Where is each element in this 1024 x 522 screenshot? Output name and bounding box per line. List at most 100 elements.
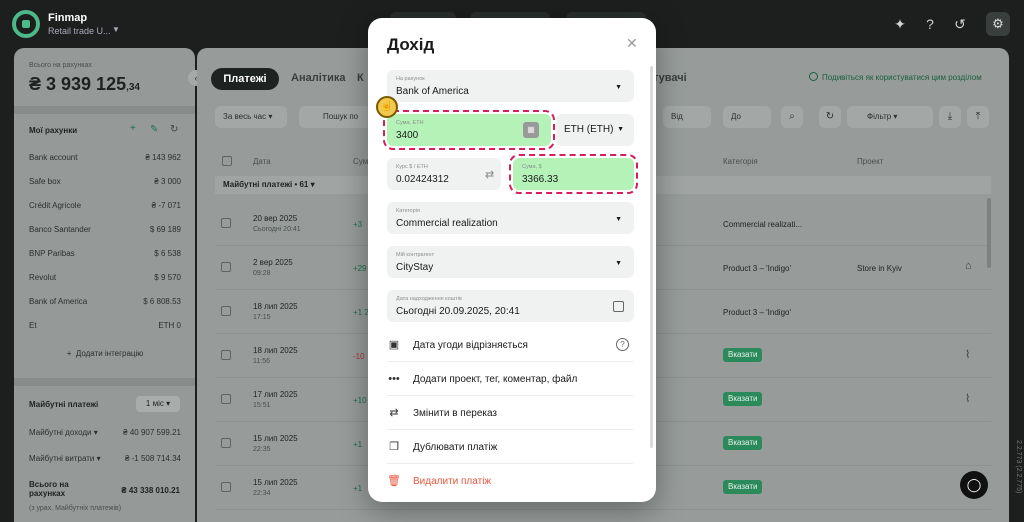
help-icon[interactable]: ? — [616, 338, 629, 351]
add-integration-button[interactable]: + Додати інтеграцію — [29, 343, 181, 365]
row-checkbox[interactable] — [221, 394, 231, 404]
download-icon[interactable]: ⤓ — [939, 106, 961, 128]
refresh-icon[interactable]: ↻ — [819, 106, 841, 128]
specify-category-badge[interactable]: Вказати — [723, 392, 763, 406]
future-expense-row[interactable]: Майбутні витрати ▾ ₴ -1 508 714.34 — [29, 454, 181, 463]
add-account-icon[interactable]: + — [130, 123, 136, 134]
modal-scrollbar[interactable] — [650, 66, 653, 448]
account-row[interactable]: Banco Santander $ 69 189 — [29, 225, 181, 234]
row-amount: +10 — [353, 396, 367, 405]
row-checkbox[interactable] — [221, 218, 231, 228]
header-project[interactable]: Проект — [857, 157, 883, 166]
row-checkbox[interactable] — [221, 438, 231, 448]
add-details-button[interactable]: ••• Додати проект, тег, коментар, файл — [387, 362, 633, 396]
sparkle-icon[interactable]: ✦ — [890, 14, 910, 34]
chat-icon[interactable]: ◯ — [960, 471, 988, 499]
calculator-icon[interactable]: ▦ — [523, 122, 539, 138]
company-selector[interactable]: Retail trade U... — [48, 26, 111, 36]
tab-other[interactable]: К — [357, 72, 364, 84]
edit-icon[interactable]: ✎ — [150, 124, 158, 135]
refresh-icon[interactable]: ↻ — [170, 124, 178, 135]
close-icon[interactable]: ✕ — [626, 35, 638, 52]
history-icon[interactable]: ↺ — [950, 14, 970, 34]
future-income-row[interactable]: Майбутні доходи ▾ ₴ 40 907 599.21 — [29, 428, 181, 437]
account-row[interactable]: Bank account ₴ 143 962 — [29, 153, 181, 162]
upload-icon[interactable]: ⤒ — [967, 106, 989, 128]
row-date: 2 вер 2025 — [253, 258, 293, 267]
modal-title: Дохід — [387, 35, 435, 54]
future-payments-title: Майбутні платежі — [29, 400, 99, 409]
account-row[interactable]: Bank of America $ 6 808.53 — [29, 297, 181, 306]
account-row[interactable]: Crédit Agricole ₴ -7 071 — [29, 201, 181, 210]
account-row[interactable]: Et ETH 0 — [29, 321, 181, 330]
paperclip-icon[interactable]: ⌇ — [965, 348, 970, 361]
specify-category-badge[interactable]: Вказати — [723, 436, 763, 450]
date-input[interactable]: Дата надходження коштів Сьогодні 20.09.2… — [387, 290, 634, 322]
exchange-rate-input[interactable]: Курс $ / ETH 0.02424312 — [387, 158, 501, 190]
chevron-down-icon: ▼ — [615, 260, 622, 267]
row-time: 17:15 — [253, 314, 271, 321]
chevron-down-icon[interactable]: ▼ — [112, 25, 120, 34]
account-select[interactable]: На рахунок Bank of America ▼ — [387, 70, 634, 102]
row-amount: +3 — [353, 220, 363, 229]
total-balance-label: Всього на рахунках — [29, 62, 92, 69]
header-category[interactable]: Категорія — [723, 157, 758, 166]
row-date: 15 лип 2025 — [253, 478, 298, 487]
delete-payment-button[interactable]: 🗑 Видалити платіж — [387, 464, 633, 498]
row-date: 18 лип 2025 — [253, 302, 298, 311]
filter-button[interactable]: Фільтр ▾ — [847, 106, 933, 128]
amount-input[interactable]: Сума, ETH 3400 ▦ — [383, 110, 555, 150]
select-all-checkbox[interactable] — [222, 156, 232, 166]
tab-analytics[interactable]: Аналітика — [291, 72, 346, 84]
currency-select[interactable]: ETH (ETH) ▼ — [556, 114, 634, 146]
total-accounts-note: (з урах. Майбутніх платежів) — [29, 505, 122, 512]
change-to-transfer-button[interactable]: ⇄ Змінити в переказ — [387, 396, 633, 430]
chevron-down-icon: ▼ — [617, 126, 624, 133]
settings-gear-icon[interactable]: ⚙ — [986, 12, 1010, 36]
total-accounts-value: ₴ 43 338 010.21 — [121, 486, 180, 495]
specify-category-badge[interactable]: Вказати — [723, 480, 763, 494]
row-checkbox[interactable] — [221, 350, 231, 360]
duplicate-payment-button[interactable]: ❐ Дублювати платіж — [387, 430, 633, 464]
tab-payments[interactable]: Платежі — [211, 68, 279, 90]
accounts-title: Мої рахунки — [29, 126, 78, 135]
header-sum[interactable]: Сум — [353, 157, 368, 166]
account-row[interactable]: Safe box ₴ 3 000 — [29, 177, 181, 186]
category-select[interactable]: Категорія Commercial realization ▼ — [387, 202, 634, 234]
field-label: Курс $ / ETH — [396, 164, 428, 170]
row-amount: +1 — [353, 484, 363, 493]
help-icon[interactable]: ? — [920, 14, 940, 34]
amount-to-input[interactable]: До — [723, 106, 771, 128]
finmap-logo-icon[interactable] — [12, 10, 40, 38]
row-time: 11:56 — [253, 358, 270, 365]
period-select[interactable]: 1 міс ▾ — [136, 396, 180, 412]
specify-category-badge[interactable]: Вказати — [723, 348, 763, 362]
converted-amount-input[interactable]: Сума, $ 3366.33 — [509, 154, 638, 194]
account-row[interactable]: BNP Paribas $ 6 538 — [29, 249, 181, 258]
counterparty-select[interactable]: Мій контрагент CityStay ▼ — [387, 246, 634, 278]
tag-icon[interactable]: ⌂ — [965, 260, 972, 272]
tab-counterparties[interactable]: тувачі — [653, 72, 687, 84]
header-date[interactable]: Дата — [253, 157, 271, 166]
row-amount: +1 2 — [353, 308, 369, 317]
field-value: Commercial realization — [396, 218, 498, 229]
row-checkbox[interactable] — [221, 262, 231, 272]
row-checkbox[interactable] — [221, 482, 231, 492]
amount-from-input[interactable]: Від — [663, 106, 711, 128]
trash-icon: 🗑 — [387, 475, 401, 487]
search-icon[interactable]: ⌕ — [781, 106, 803, 128]
period-select[interactable]: За весь час ▾ — [215, 106, 287, 128]
deal-date-toggle[interactable]: ▣ Дата угоди відрізняється? — [387, 328, 633, 362]
field-label: Сума, $ — [522, 164, 542, 170]
calendar-icon[interactable] — [613, 301, 624, 312]
search-input[interactable]: Пошук по — [299, 106, 371, 128]
paperclip-icon[interactable]: ⌇ — [965, 392, 970, 405]
row-checkbox[interactable] — [221, 306, 231, 316]
account-row[interactable]: Revolut $ 9 570 — [29, 273, 181, 282]
help-link[interactable]: Подивіться як користуватися цим розділом — [809, 72, 982, 82]
swap-icon[interactable]: ⇄ — [485, 168, 494, 181]
row-amount: +1 — [353, 440, 363, 449]
field-label: Сума, ETH — [396, 120, 424, 126]
transfer-arrows-icon: ⇄ — [389, 407, 399, 419]
table-scrollbar[interactable] — [987, 198, 991, 268]
